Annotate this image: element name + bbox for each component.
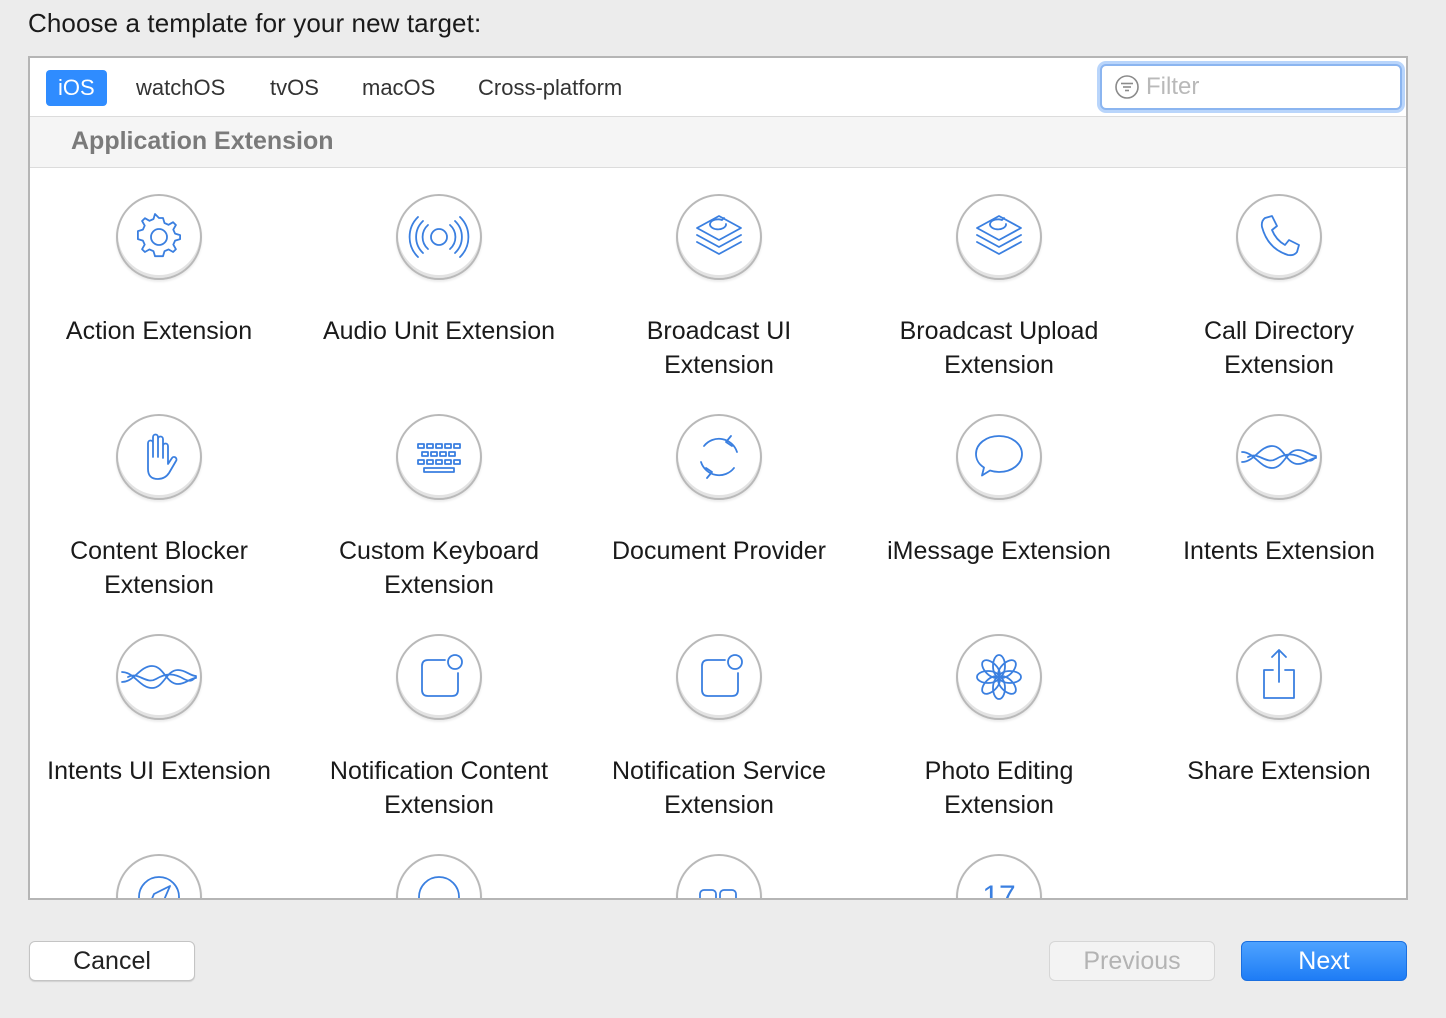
template-label: Content Blocker Extension (70, 537, 248, 599)
safari-compass-icon (138, 876, 180, 898)
template-label: Broadcast UI Extension (646, 317, 792, 379)
hand-icon (147, 433, 178, 480)
tab-macos[interactable]: macOS (350, 70, 447, 106)
template-icon-circle (956, 634, 1042, 720)
template-icon-circle (1236, 634, 1322, 720)
template-row4-item-3[interactable] (591, 828, 871, 898)
template-label: Notification Content Extension (329, 757, 549, 819)
template-row4-item-2[interactable] (311, 828, 591, 898)
template-icon-circle (676, 634, 762, 720)
calendar-icon: 17 (982, 880, 1015, 900)
phone-icon (1260, 215, 1300, 257)
template-content-blocker-extension[interactable]: Content Blocker Extension (31, 388, 311, 608)
template-photo-editing-extension[interactable]: Photo Editing Extension (871, 608, 1151, 828)
template-icon-circle (956, 414, 1042, 500)
broadcast-stack-icon (696, 215, 742, 255)
broadcast-stack-icon (976, 215, 1022, 255)
filter-field[interactable] (1100, 64, 1402, 110)
template-custom-keyboard-extension[interactable]: Custom Keyboard Extension (311, 388, 591, 608)
template-label: Custom Keyboard Extension (338, 537, 540, 599)
template-icon-circle (1236, 194, 1322, 280)
keyboard-icon (417, 443, 461, 473)
template-icon-circle (116, 194, 202, 280)
platform-tab-bar: iOS watchOS tvOS macOS Cross-platform (30, 58, 1406, 116)
circle-icon (418, 876, 460, 898)
template-label: Photo Editing Extension (924, 757, 1074, 819)
template-label: Broadcast Upload Extension (899, 317, 1099, 379)
template-audio-unit-extension[interactable]: Audio Unit Extension (311, 168, 591, 388)
siri-waves-icon (121, 665, 197, 689)
template-icon-circle (676, 194, 762, 280)
template-icon-circle (676, 414, 762, 500)
template-icon-circle (396, 634, 482, 720)
template-label: Action Extension (65, 317, 253, 345)
template-notification-service-extension[interactable]: Notification Service Extension (591, 608, 871, 828)
gear-icon (137, 213, 181, 258)
filter-input[interactable] (1146, 70, 1386, 104)
template-icon-circle (396, 414, 482, 500)
tab-cross-platform[interactable]: Cross-platform (466, 70, 634, 106)
template-label: Share Extension (1187, 757, 1371, 785)
split-view-icon (699, 889, 737, 898)
template-label: Call Directory Extension (1203, 317, 1355, 379)
share-icon (1263, 649, 1295, 699)
template-browser: iOS watchOS tvOS macOS Cross-platform Ap… (28, 56, 1408, 900)
cancel-button[interactable]: Cancel (29, 941, 195, 981)
template-safari-extension[interactable] (31, 828, 311, 898)
template-label: Intents Extension (1183, 537, 1375, 565)
template-action-extension[interactable]: Action Extension (31, 168, 311, 388)
template-label: Notification Service Extension (612, 757, 826, 819)
calendar-day-number: 17 (982, 880, 1015, 900)
siri-waves-icon (1241, 445, 1317, 469)
template-imessage-extension[interactable]: iMessage Extension (871, 388, 1151, 608)
template-label: iMessage Extension (887, 537, 1111, 565)
template-icon-circle (956, 194, 1042, 280)
filter-icon (1115, 75, 1139, 99)
template-broadcast-upload-extension[interactable]: Broadcast Upload Extension (871, 168, 1151, 388)
template-icon-circle: 17 (956, 854, 1042, 900)
template-notification-content-extension[interactable]: Notification Content Extension (311, 608, 591, 828)
template-icon-circle (1236, 414, 1322, 500)
template-intents-ui-extension[interactable]: Intents UI Extension (31, 608, 311, 828)
section-title: Application Extension (71, 127, 334, 155)
template-row4-item-4[interactable]: 17 (871, 828, 1151, 900)
template-icon-circle (396, 194, 482, 280)
template-icon-circle (116, 414, 202, 500)
next-button[interactable]: Next (1241, 941, 1407, 981)
template-label: Audio Unit Extension (322, 317, 556, 345)
template-share-extension[interactable]: Share Extension (1151, 608, 1406, 828)
template-label: Intents UI Extension (47, 757, 271, 785)
template-document-provider[interactable]: Document Provider (591, 388, 871, 608)
template-icon-circle (676, 854, 762, 898)
speech-bubble-icon (975, 435, 1023, 477)
template-grid: Action Extension Audio Unit Extension Br… (30, 168, 1406, 898)
notification-badge-icon (421, 654, 463, 697)
photos-flower-icon (976, 654, 1022, 700)
template-icon-circle (116, 634, 202, 720)
sync-arrows-icon (700, 435, 738, 479)
template-icon-circle (116, 854, 202, 898)
template-icon-circle (396, 854, 482, 898)
tab-tvos[interactable]: tvOS (258, 70, 331, 106)
template-intents-extension[interactable]: Intents Extension (1151, 388, 1406, 608)
template-label: Document Provider (612, 537, 826, 565)
notification-badge-icon (701, 654, 743, 697)
tab-watchos[interactable]: watchOS (124, 70, 237, 106)
sound-waves-icon (408, 216, 470, 258)
template-call-directory-extension[interactable]: Call Directory Extension (1151, 168, 1406, 388)
template-broadcast-ui-extension[interactable]: Broadcast UI Extension (591, 168, 871, 388)
tab-ios[interactable]: iOS (46, 70, 107, 106)
section-header: Application Extension (30, 116, 1406, 168)
dialog-heading: Choose a template for your new target: (28, 8, 482, 38)
previous-button[interactable]: Previous (1049, 941, 1215, 981)
